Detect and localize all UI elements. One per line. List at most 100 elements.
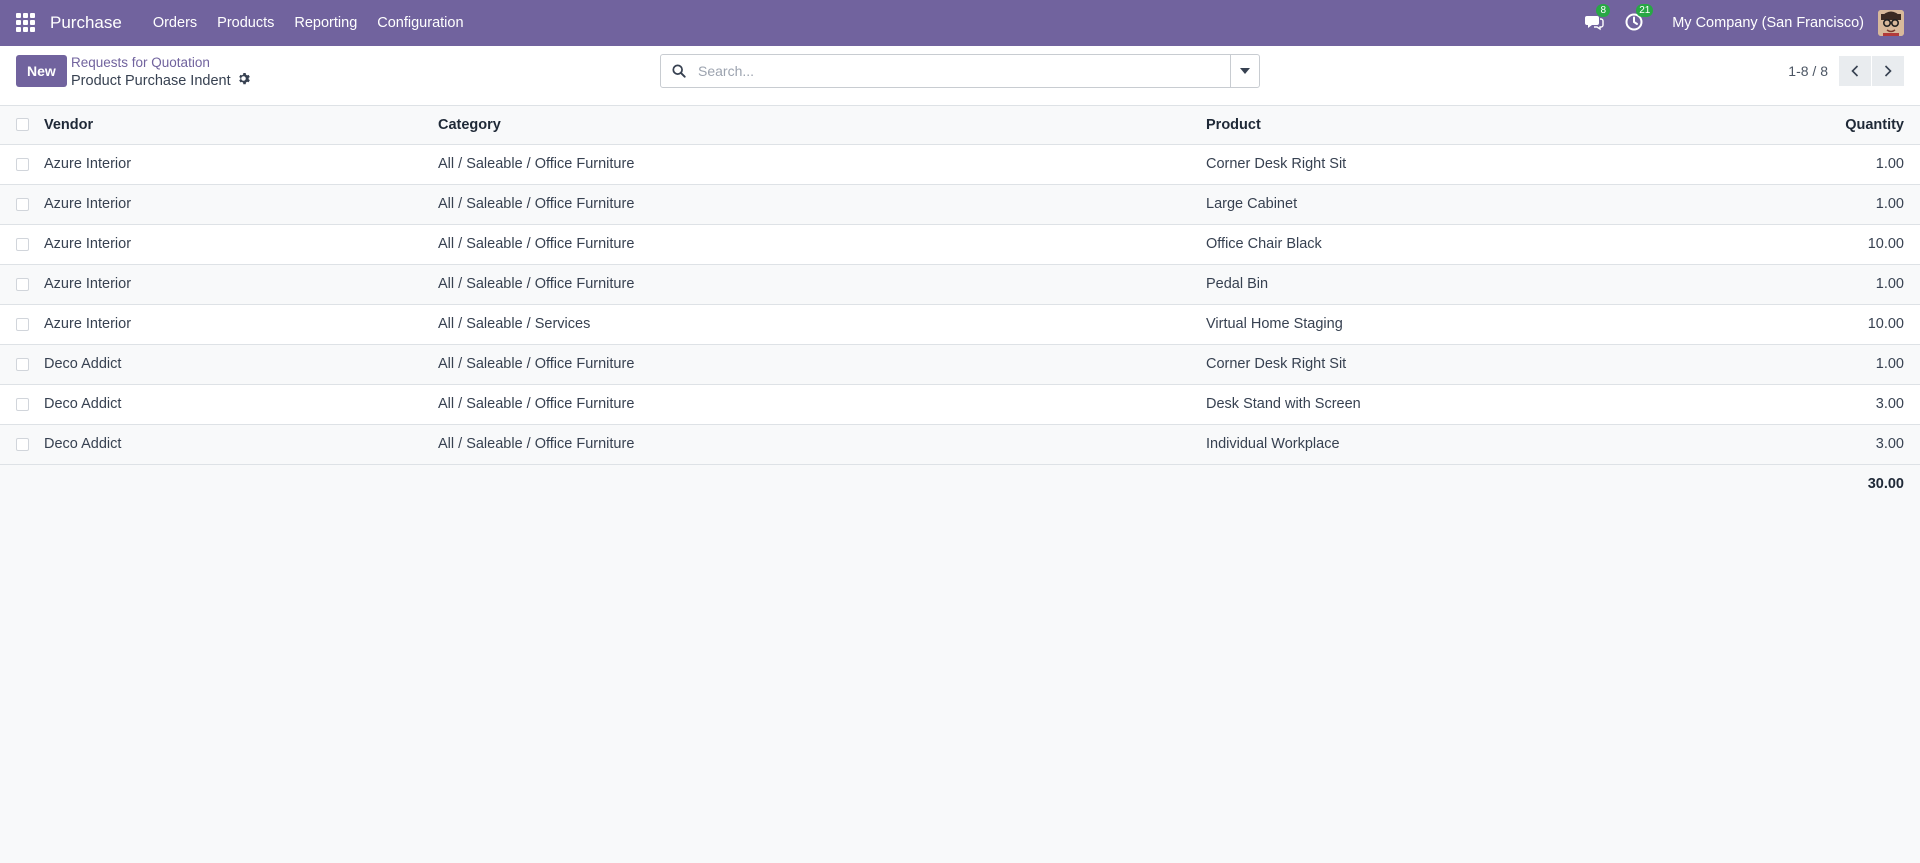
cell-vendor[interactable]: Azure Interior (44, 144, 438, 185)
header-quantity[interactable]: Quantity (1706, 106, 1920, 145)
cell-quantity[interactable]: 10.00 (1706, 224, 1920, 265)
table-header-row: Vendor Category Product Quantity (0, 106, 1920, 145)
menu-item-configuration[interactable]: Configuration (367, 0, 473, 46)
activities-badge: 21 (1636, 4, 1654, 17)
menu-item-products[interactable]: Products (207, 0, 284, 46)
company-switcher[interactable]: My Company (San Francisco) (1672, 15, 1864, 31)
cell-product[interactable]: Corner Desk Right Sit (1206, 344, 1706, 385)
table-body: Azure Interior All / Saleable / Office Fu… (0, 144, 1920, 465)
cell-quantity[interactable]: 3.00 (1706, 424, 1920, 465)
page-title: Product Purchase Indent (71, 72, 231, 89)
row-checkbox[interactable] (16, 197, 29, 211)
header-select-cell (0, 106, 44, 145)
row-checkbox[interactable] (16, 397, 29, 411)
cell-category[interactable]: All / Saleable / Office Furniture (438, 424, 1206, 465)
cell-product[interactable]: Virtual Home Staging (1206, 304, 1706, 345)
apps-grid-icon[interactable] (16, 13, 36, 33)
cell-product[interactable]: Corner Desk Right Sit (1206, 144, 1706, 185)
cell-vendor[interactable]: Azure Interior (44, 184, 438, 225)
activities-button[interactable]: 21 (1624, 4, 1654, 34)
menu-item-orders[interactable]: Orders (143, 0, 207, 46)
cell-category[interactable]: All / Saleable / Office Furniture (438, 224, 1206, 265)
row-select-cell (0, 424, 44, 465)
gear-icon[interactable] (237, 72, 250, 90)
messages-button[interactable]: 8 (1584, 4, 1611, 34)
pager: 1-8 / 8 (1788, 56, 1904, 86)
cell-quantity[interactable]: 1.00 (1706, 144, 1920, 185)
table-row[interactable]: Azure Interior All / Saleable / Office Fu… (0, 264, 1920, 305)
search-bar (660, 54, 1260, 88)
cell-category[interactable]: All / Saleable / Office Furniture (438, 344, 1206, 385)
row-checkbox[interactable] (16, 317, 29, 331)
row-select-cell (0, 224, 44, 265)
app-name[interactable]: Purchase (50, 13, 122, 33)
table-row[interactable]: Azure Interior All / Saleable / Office Fu… (0, 144, 1920, 185)
cell-category[interactable]: All / Saleable / Office Furniture (438, 384, 1206, 425)
header-product[interactable]: Product (1206, 106, 1706, 145)
pager-next-button[interactable] (1872, 56, 1904, 86)
footer-empty-cell (0, 464, 44, 504)
cell-vendor[interactable]: Azure Interior (44, 224, 438, 265)
menu-item-reporting[interactable]: Reporting (284, 0, 367, 46)
cell-product[interactable]: Individual Workplace (1206, 424, 1706, 465)
cell-vendor[interactable]: Azure Interior (44, 264, 438, 305)
cell-category[interactable]: All / Saleable / Services (438, 304, 1206, 345)
cell-quantity[interactable]: 3.00 (1706, 384, 1920, 425)
row-checkbox[interactable] (16, 357, 29, 371)
messages-badge: 8 (1596, 4, 1611, 17)
cell-product[interactable]: Desk Stand with Screen (1206, 384, 1706, 425)
row-select-cell (0, 264, 44, 305)
row-select-cell (0, 344, 44, 385)
avatar-image-icon (1878, 10, 1904, 36)
row-checkbox[interactable] (16, 277, 29, 291)
footer-empty-cell (1206, 464, 1706, 504)
new-button[interactable]: New (16, 55, 67, 87)
header-category[interactable]: Category (438, 106, 1206, 145)
row-select-cell (0, 384, 44, 425)
cell-product[interactable]: Pedal Bin (1206, 264, 1706, 305)
cell-product[interactable]: Office Chair Black (1206, 224, 1706, 265)
search-icon (672, 64, 686, 78)
cell-quantity[interactable]: 10.00 (1706, 304, 1920, 345)
table-row[interactable]: Deco Addict All / Saleable / Office Furni… (0, 384, 1920, 425)
header-vendor[interactable]: Vendor (44, 106, 438, 145)
breadcrumb-current: Product Purchase Indent (71, 72, 250, 90)
search-options-toggle[interactable] (1230, 55, 1259, 87)
pager-previous-button[interactable] (1839, 56, 1871, 86)
select-all-checkbox[interactable] (16, 118, 29, 132)
row-checkbox[interactable] (16, 237, 29, 251)
cell-quantity[interactable]: 1.00 (1706, 184, 1920, 225)
table-row[interactable]: Azure Interior All / Saleable / Office Fu… (0, 224, 1920, 265)
caret-down-icon (1240, 68, 1250, 74)
cell-product[interactable]: Large Cabinet (1206, 184, 1706, 225)
total-quantity: 30.00 (1706, 464, 1920, 504)
breadcrumb-parent-link[interactable]: Requests for Quotation (71, 54, 250, 71)
pager-value[interactable]: 1-8 / 8 (1788, 63, 1828, 79)
row-checkbox[interactable] (16, 157, 29, 171)
list-table: Vendor Category Product Quantity Azure I… (0, 106, 1920, 504)
row-checkbox[interactable] (16, 437, 29, 451)
cell-vendor[interactable]: Deco Addict (44, 344, 438, 385)
footer-empty-cell (438, 464, 1206, 504)
table-row[interactable]: Azure Interior All / Saleable / Office Fu… (0, 184, 1920, 225)
chevron-right-icon (1884, 65, 1892, 77)
cell-category[interactable]: All / Saleable / Office Furniture (438, 144, 1206, 185)
row-select-cell (0, 184, 44, 225)
table-row[interactable]: Azure Interior All / Saleable / Services V… (0, 304, 1920, 345)
row-select-cell (0, 304, 44, 345)
search-input[interactable] (696, 56, 1230, 86)
control-panel: New Requests for Quotation Product Purch… (0, 46, 1920, 106)
breadcrumb: Requests for Quotation Product Purchase … (71, 54, 250, 90)
cell-category[interactable]: All / Saleable / Office Furniture (438, 264, 1206, 305)
user-avatar[interactable] (1878, 10, 1904, 36)
cell-vendor[interactable]: Deco Addict (44, 424, 438, 465)
cell-vendor[interactable]: Deco Addict (44, 384, 438, 425)
cell-category[interactable]: All / Saleable / Office Furniture (438, 184, 1206, 225)
table-row[interactable]: Deco Addict All / Saleable / Office Furni… (0, 344, 1920, 385)
cell-vendor[interactable]: Azure Interior (44, 304, 438, 345)
cell-quantity[interactable]: 1.00 (1706, 344, 1920, 385)
cell-quantity[interactable]: 1.00 (1706, 264, 1920, 305)
top-menu: Orders Products Reporting Configuration (143, 0, 474, 46)
row-select-cell (0, 144, 44, 185)
table-row[interactable]: Deco Addict All / Saleable / Office Furni… (0, 424, 1920, 465)
